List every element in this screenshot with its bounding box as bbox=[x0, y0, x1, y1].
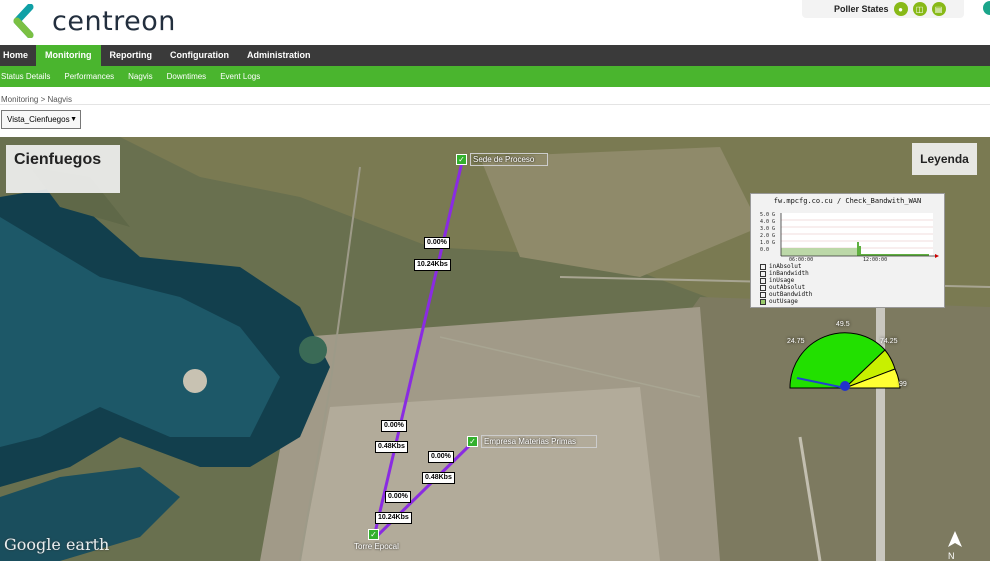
graph-legend-item: outAbsolut bbox=[760, 284, 805, 291]
gauge-mark-right: 74.25 bbox=[880, 338, 898, 345]
graph-title: fw.mpcfg.co.cu / Check_Bandwith_WAN bbox=[773, 197, 922, 205]
gauge-mark-top: 49.5 bbox=[836, 321, 850, 328]
submenu-status-details[interactable]: Status Details bbox=[0, 66, 57, 87]
centreon-logo[interactable]: centreon bbox=[8, 4, 176, 38]
submenu-event-logs[interactable]: Event Logs bbox=[213, 66, 267, 87]
y-tick: 5.0 G bbox=[760, 212, 776, 218]
host-ok-icon[interactable]: ✓ bbox=[368, 529, 379, 540]
link-bandwidth-label: 10.24Kbs bbox=[414, 259, 451, 271]
node-empresa-materias-primas[interactable]: ✓ Empresa Materias Primas bbox=[467, 435, 597, 448]
centreon-logo-icon bbox=[13, 4, 34, 38]
poller-status-icon[interactable]: ● bbox=[893, 2, 908, 16]
y-tick: 0.0 bbox=[760, 247, 770, 253]
menu-reporting[interactable]: Reporting bbox=[101, 45, 162, 66]
graph-legend-item: outUsage bbox=[760, 298, 798, 305]
google-earth-watermark: Google earth bbox=[4, 535, 110, 554]
link-usage-label: 0.00% bbox=[381, 420, 407, 432]
submenu-nagvis[interactable]: Nagvis bbox=[121, 66, 159, 87]
link-bandwidth-label: 0.48Kbs bbox=[422, 472, 455, 484]
y-tick: 4.0 G bbox=[760, 219, 776, 225]
database-icon[interactable]: ◫ bbox=[912, 2, 927, 16]
sub-menu: Status Details Performances Nagvis Downt… bbox=[0, 66, 990, 87]
link-bandwidth-label: 0.48Kbs bbox=[375, 441, 408, 453]
breadcrumb-root[interactable]: Monitoring bbox=[1, 95, 38, 104]
link-usage-label: 0.00% bbox=[424, 237, 450, 249]
node-label: Sede de Proceso bbox=[470, 153, 548, 166]
menu-configuration[interactable]: Configuration bbox=[161, 45, 238, 66]
gauge-dial bbox=[789, 332, 901, 391]
submenu-downtimes[interactable]: Downtimes bbox=[160, 66, 214, 87]
nagvis-map: Cienfuegos Leyenda ✓ Sede de Proceso ✓ E… bbox=[0, 137, 990, 561]
link-usage-label: 0.00% bbox=[385, 491, 411, 503]
map-title: Cienfuegos bbox=[6, 145, 120, 193]
x-tick: 12:00:00 bbox=[863, 257, 888, 263]
y-tick: 2.0 G bbox=[760, 233, 776, 239]
menu-monitoring[interactable]: Monitoring bbox=[36, 45, 101, 66]
breadcrumb-current[interactable]: Nagvis bbox=[48, 95, 72, 104]
y-tick: 3.0 G bbox=[760, 226, 776, 232]
node-label: Torre Epocal bbox=[354, 542, 399, 551]
link-bandwidth-label: 10.24Kbs bbox=[375, 512, 412, 524]
view-select[interactable]: Vista_Cienfuegos ▼ bbox=[1, 110, 81, 129]
divider bbox=[0, 104, 990, 105]
poller-states: Poller States ● ◫ ▤ bbox=[802, 0, 964, 18]
graph-legend-item: outBandwidth bbox=[760, 291, 812, 298]
breadcrumb-separator: > bbox=[40, 95, 46, 104]
compass-label: N bbox=[948, 551, 955, 561]
graph-legend-item: inBandwidth bbox=[760, 270, 809, 277]
menu-administration[interactable]: Administration bbox=[238, 45, 320, 66]
menu-home[interactable]: Home bbox=[0, 45, 36, 66]
gauge-mark-max: 99 bbox=[899, 381, 907, 388]
app-name: centreon bbox=[52, 5, 176, 37]
graph-legend-item: inUsage bbox=[760, 277, 794, 284]
host-ok-icon[interactable]: ✓ bbox=[467, 436, 478, 447]
main-menu: Home Monitoring Reporting Configuration … bbox=[0, 45, 990, 66]
bandwidth-gauge[interactable] bbox=[782, 320, 907, 395]
graph-legend-item: inAbsolut bbox=[760, 263, 802, 270]
node-label: Empresa Materias Primas bbox=[481, 435, 597, 448]
host-ok-icon[interactable]: ✓ bbox=[456, 154, 467, 165]
graph-plot bbox=[780, 213, 939, 258]
view-select-value: Vista_Cienfuegos bbox=[7, 115, 70, 124]
top-header: centreon Poller States ● ◫ ▤ bbox=[0, 0, 990, 45]
legend-button[interactable]: Leyenda bbox=[912, 143, 977, 175]
node-torre-epocal[interactable]: ✓ bbox=[368, 529, 379, 540]
performance-graph[interactable]: fw.mpcfg.co.cu / Check_Bandwith_WAN 5.0 … bbox=[750, 193, 945, 308]
server-icon[interactable]: ▤ bbox=[931, 2, 946, 16]
submenu-performances[interactable]: Performances bbox=[57, 66, 121, 87]
dropdown-arrow-icon: ▼ bbox=[70, 116, 77, 123]
breadcrumb: Monitoring > Nagvis bbox=[1, 95, 72, 104]
gauge-mark-left: 24.75 bbox=[787, 338, 805, 345]
y-tick: 1.0 G bbox=[760, 240, 776, 246]
user-status-icon[interactable] bbox=[983, 1, 990, 15]
link-usage-label: 0.00% bbox=[428, 451, 454, 463]
poller-states-label: Poller States bbox=[834, 4, 889, 14]
node-sede-de-proceso[interactable]: ✓ Sede de Proceso bbox=[456, 153, 548, 166]
